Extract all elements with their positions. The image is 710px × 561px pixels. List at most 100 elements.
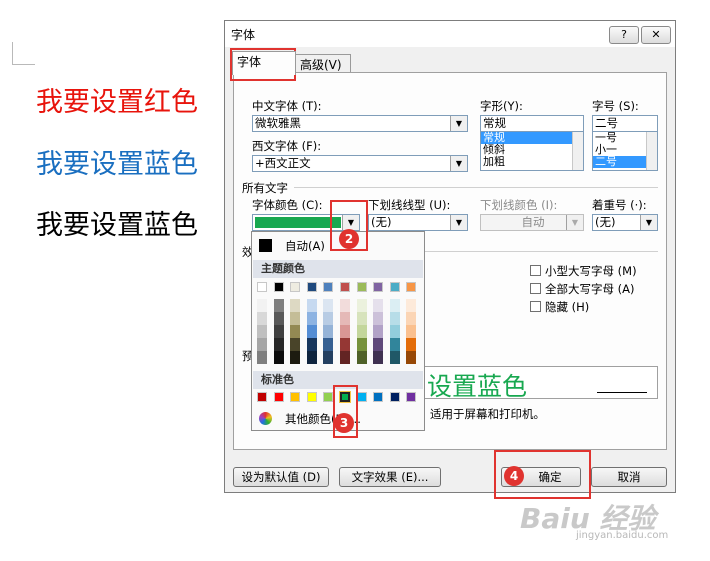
theme-shade-swatch[interactable] [307, 312, 317, 325]
theme-shade-swatch[interactable] [340, 325, 350, 338]
standard-color-swatch[interactable] [257, 392, 267, 402]
help-button[interactable]: ? [609, 26, 639, 44]
theme-shade-swatch[interactable] [406, 351, 416, 364]
tab-font-label: 字体 [237, 55, 262, 69]
effects-divider [424, 251, 658, 252]
theme-color-swatch[interactable] [373, 282, 383, 292]
theme-shade-swatch[interactable] [390, 312, 400, 325]
theme-shade-swatch[interactable] [357, 325, 367, 338]
style-list[interactable]: 常规 倾斜 加粗 [480, 131, 584, 171]
all-text-heading: 所有文字 [242, 181, 288, 195]
theme-shade-swatch[interactable] [323, 299, 333, 312]
theme-shade-swatch[interactable] [307, 299, 317, 312]
theme-color-swatch[interactable] [390, 282, 400, 292]
auto-color-swatch[interactable] [259, 239, 272, 252]
standard-color-swatch[interactable] [406, 392, 416, 402]
underline-type-select[interactable]: (无) ▼ [368, 214, 468, 231]
standard-color-swatch[interactable] [390, 392, 400, 402]
step-badge-4: 4 [504, 466, 524, 486]
doc-line-black[interactable]: 我要设置蓝色 [36, 203, 198, 242]
theme-shade-swatch[interactable] [257, 299, 267, 312]
emphasis-select[interactable]: (无) ▼ [592, 214, 658, 231]
theme-color-swatch[interactable] [274, 282, 284, 292]
standard-color-swatch[interactable] [274, 392, 284, 402]
theme-shade-swatch[interactable] [274, 351, 284, 364]
theme-shade-swatch[interactable] [257, 338, 267, 351]
theme-color-swatch[interactable] [406, 282, 416, 292]
theme-shade-swatch[interactable] [357, 338, 367, 351]
theme-shade-swatch[interactable] [357, 351, 367, 364]
doc-line-red[interactable]: 我要设置红色 [36, 80, 198, 119]
standard-color-swatch[interactable] [290, 392, 300, 402]
theme-shade-swatch[interactable] [290, 299, 300, 312]
style-input[interactable]: 常规 [480, 115, 584, 132]
standard-color-swatch[interactable] [307, 392, 317, 402]
theme-color-swatch[interactable] [357, 282, 367, 292]
theme-shade-swatch[interactable] [323, 325, 333, 338]
theme-shade-swatch[interactable] [257, 312, 267, 325]
theme-shade-swatch[interactable] [390, 299, 400, 312]
theme-shade-swatch[interactable] [340, 299, 350, 312]
style-option[interactable]: 加粗 [481, 156, 583, 168]
theme-shade-swatch[interactable] [406, 299, 416, 312]
theme-shade-swatch[interactable] [373, 312, 383, 325]
theme-shade-swatch[interactable] [406, 338, 416, 351]
cancel-button[interactable]: 取消 [591, 467, 667, 487]
theme-shade-swatch[interactable] [357, 312, 367, 325]
theme-shade-swatch[interactable] [274, 299, 284, 312]
text-effects-button[interactable]: 文字效果 (E)... [339, 467, 441, 487]
theme-shade-swatch[interactable] [323, 312, 333, 325]
theme-shade-swatch[interactable] [290, 338, 300, 351]
theme-shade-swatch[interactable] [390, 351, 400, 364]
theme-shade-swatch[interactable] [406, 325, 416, 338]
theme-shade-swatch[interactable] [323, 338, 333, 351]
small-caps-checkbox[interactable] [530, 265, 541, 276]
theme-shade-swatch[interactable] [274, 325, 284, 338]
theme-shade-swatch[interactable] [373, 338, 383, 351]
theme-shade-swatch[interactable] [290, 325, 300, 338]
theme-color-swatch[interactable] [307, 282, 317, 292]
doc-line-blue[interactable]: 我要设置蓝色 [36, 142, 198, 181]
theme-shade-swatch[interactable] [390, 338, 400, 351]
theme-shade-swatch[interactable] [406, 312, 416, 325]
theme-shade-swatch[interactable] [257, 351, 267, 364]
chinese-font-select[interactable]: 微软雅黑 ▼ [252, 115, 468, 132]
theme-shade-swatch[interactable] [323, 351, 333, 364]
theme-shade-swatch[interactable] [290, 351, 300, 364]
theme-shade-swatch[interactable] [307, 338, 317, 351]
style-list-scrollbar[interactable] [572, 132, 583, 170]
theme-color-swatch[interactable] [290, 282, 300, 292]
theme-shade-swatch[interactable] [373, 351, 383, 364]
theme-shade-swatch[interactable] [373, 299, 383, 312]
theme-shade-swatch[interactable] [274, 312, 284, 325]
theme-color-swatch[interactable] [340, 282, 350, 292]
theme-shade-swatch[interactable] [307, 325, 317, 338]
set-default-button[interactable]: 设为默认值 (D) [233, 467, 329, 487]
theme-colors-row [257, 282, 421, 294]
theme-shade-swatch[interactable] [307, 351, 317, 364]
theme-shade-swatch[interactable] [257, 325, 267, 338]
theme-shade-swatch[interactable] [390, 325, 400, 338]
theme-shade-swatch[interactable] [274, 338, 284, 351]
theme-shade-swatch[interactable] [290, 312, 300, 325]
tab-font[interactable]: 字体 [232, 51, 296, 75]
all-caps-checkbox[interactable] [530, 283, 541, 294]
auto-color-option[interactable]: 自动(A) [285, 238, 325, 254]
theme-shade-swatch[interactable] [340, 351, 350, 364]
standard-color-swatch[interactable] [357, 392, 367, 402]
hidden-checkbox[interactable] [530, 301, 541, 312]
theme-shade-swatch[interactable] [373, 325, 383, 338]
size-list[interactable]: 一号 小一 二号 [592, 131, 658, 171]
all-caps-label: 全部大写字母 (A) [545, 282, 635, 296]
close-button[interactable]: ✕ [641, 26, 671, 44]
western-font-select[interactable]: +西文正文 ▼ [252, 155, 468, 172]
size-list-scrollbar[interactable] [646, 132, 657, 170]
standard-color-swatch[interactable] [373, 392, 383, 402]
theme-color-swatch[interactable] [257, 282, 267, 292]
theme-shade-swatch[interactable] [340, 338, 350, 351]
standard-color-swatch[interactable] [323, 392, 333, 402]
theme-shade-swatch[interactable] [340, 312, 350, 325]
theme-shade-swatch[interactable] [357, 299, 367, 312]
size-input[interactable]: 二号 [592, 115, 658, 132]
theme-color-swatch[interactable] [323, 282, 333, 292]
